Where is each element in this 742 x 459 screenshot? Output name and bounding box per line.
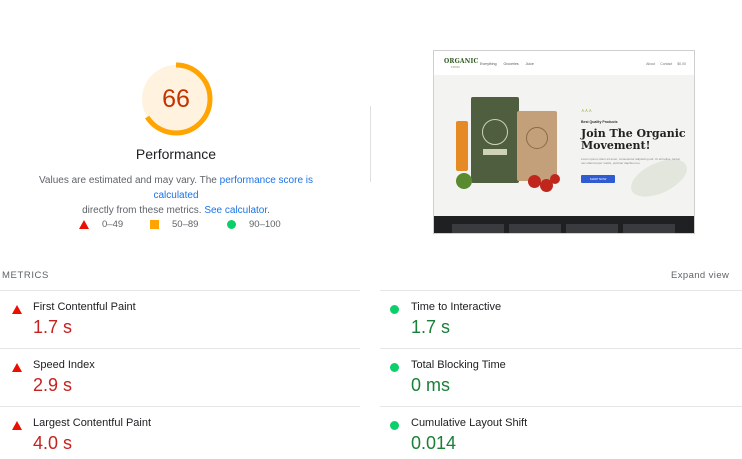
metric-value: 0.014 [411,433,457,453]
hero-text: Lorem ipsum dolor sit amet, consectetur … [581,157,680,165]
strip-block [566,224,618,233]
legend-average-range: 50–89 [172,218,199,230]
desc-text-2: directly from these metrics. [82,205,205,216]
metric-value: 0 ms [411,375,451,395]
strip-block [509,224,561,233]
divider [0,290,360,291]
pass-circle-icon [390,305,399,314]
fail-triangle-icon [12,363,22,372]
fail-triangle-icon [12,421,22,430]
see-calculator-link[interactable]: See calculator [204,205,267,216]
screenshot-footer-strip [434,216,694,233]
screenshot-nav-links: Everything Groceries Juice [480,62,534,66]
legend-pass-range: 90–100 [249,218,281,230]
ornament-icon: ⋏⋏⋏ [581,108,592,114]
metric-largest-contentful-paint: Largest Contentful Paint 4.0 s [12,416,352,459]
hero-subtitle: Best Quality Products [581,120,618,124]
screenshot-hero: ⋏⋏⋏ Best Quality Products Join The Organ… [434,75,694,216]
square-icon [150,219,159,229]
performance-gauge: 66 [137,60,215,138]
circle-icon [227,219,236,229]
triangle-icon [79,219,89,229]
strip-block [623,224,675,233]
metrics-heading: METRICS [2,270,49,281]
metric-total-blocking-time: Total Blocking Time 0 ms [390,358,730,414]
metric-name: Largest Contentful Paint [33,417,152,429]
desc-text-3: . [267,205,270,216]
legend-fail-range: 0–49 [102,218,124,230]
pass-circle-icon [390,421,399,430]
metric-name: Speed Index [33,359,95,371]
metric-first-contentful-paint: First Contentful Paint 1.7 s [12,300,352,356]
screenshot-logo-sub: FOOD [451,65,460,69]
bag-emblem [482,119,508,145]
metric-value: 1.7 s [411,317,451,337]
metric-name: First Contentful Paint [33,301,136,313]
fail-triangle-icon [12,305,22,314]
metric-cumulative-layout-shift: Cumulative Layout Shift 0.014 [390,416,730,459]
performance-description: Values are estimated and may vary. The p… [16,173,336,218]
screenshot-logo: ORGANIC [444,58,479,65]
juice-bottle-image [456,121,468,171]
legend-pass: 90–100 [227,217,281,231]
vertical-divider [370,106,371,182]
page-screenshot[interactable]: ORGANIC FOOD Everything Groceries Juice … [433,50,695,234]
shop-now-button: SHOP NOW [581,175,615,183]
screenshot-nav-right: About Contact $0.00 [646,62,686,66]
metric-name: Total Blocking Time [411,359,506,371]
desc-text-1: Values are estimated and may vary. The [38,175,220,186]
metric-name: Time to Interactive [411,301,502,313]
lettuce-image [456,173,472,189]
hero-title: Join The Organic Movement! [581,127,686,152]
legend-average: 50–89 [150,217,198,231]
green-bag-image [471,97,519,183]
pass-circle-icon [390,363,399,372]
divider [380,290,742,291]
metric-time-to-interactive: Time to Interactive 1.7 s [390,300,730,356]
legend-fail: 0–49 [79,217,123,231]
brown-bag-image [517,111,557,181]
metric-value: 4.0 s [33,433,73,453]
metric-speed-index: Speed Index 2.9 s [12,358,352,414]
strip-block [452,224,504,233]
metric-name: Cumulative Layout Shift [411,417,528,429]
performance-score: 66 [162,85,190,113]
screenshot-navbar: ORGANIC FOOD Everything Groceries Juice … [434,51,694,75]
expand-view-toggle[interactable]: Expand view [671,270,729,281]
bag-emblem [526,127,548,149]
metric-value: 2.9 s [33,375,73,395]
metric-value: 1.7 s [33,317,73,337]
performance-title: Performance [135,146,217,162]
bag-label [483,149,507,155]
tomato-image [550,174,560,184]
